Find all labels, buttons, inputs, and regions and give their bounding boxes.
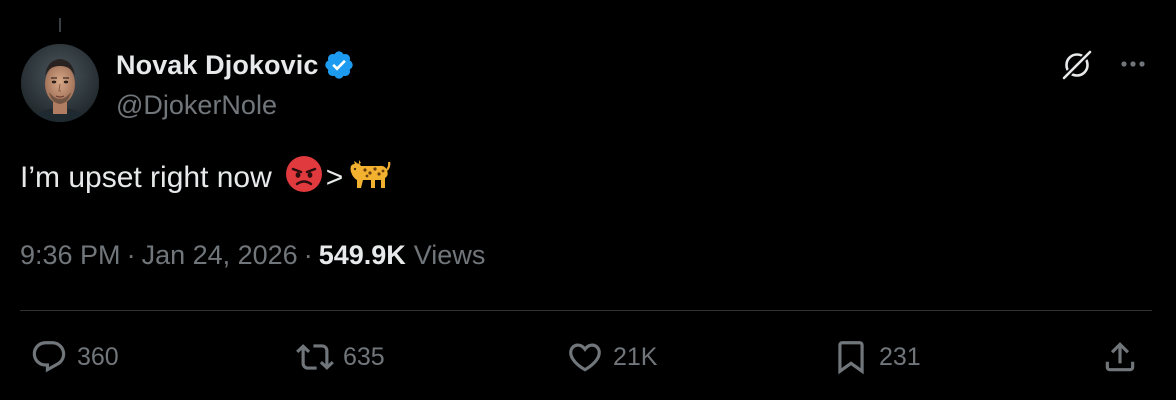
- avatar-photo: [21, 44, 99, 122]
- views-count[interactable]: 549.9K: [319, 240, 406, 271]
- angry-face-emoji-icon: [284, 154, 324, 202]
- tweet-body: I’m upset right now >: [20, 156, 391, 200]
- leopard-emoji-icon: [345, 154, 391, 202]
- author-handle[interactable]: @DjokerNole: [116, 90, 277, 121]
- avatar[interactable]: [21, 44, 99, 122]
- views-label[interactable]: Views: [414, 240, 486, 271]
- bookmark-icon: [838, 341, 864, 375]
- author-display-name[interactable]: Novak Djokovic: [116, 50, 318, 81]
- bookmark-button[interactable]: 231: [832, 337, 921, 377]
- grok-icon[interactable]: [1058, 45, 1096, 83]
- like-count: 21K: [613, 342, 658, 371]
- tweet-time[interactable]: 9:36 PM: [20, 240, 121, 271]
- more-options-icon[interactable]: [1116, 47, 1150, 81]
- repost-button[interactable]: 635: [296, 337, 385, 377]
- like-button[interactable]: 21K: [566, 337, 657, 377]
- tweet-top-actions: [1058, 45, 1150, 83]
- meta-separator: ·: [126, 239, 136, 270]
- verified-badge-icon[interactable]: [323, 49, 355, 81]
- bookmark-count: 231: [879, 342, 921, 371]
- share-icon: [1105, 342, 1135, 372]
- reply-count: 360: [77, 342, 119, 371]
- tweet-meta: 9:36 PM · Jan 24, 2026 · 549.9K Views: [20, 236, 485, 274]
- tweet-text: I’m upset right now: [20, 161, 272, 194]
- divider: [20, 310, 1152, 311]
- reply-button[interactable]: 360: [30, 337, 119, 377]
- repost-count: 635: [343, 342, 385, 371]
- repost-icon: [296, 344, 334, 370]
- reply-icon: [32, 341, 66, 373]
- thread-connector-line: [59, 18, 61, 32]
- heart-icon: [569, 343, 601, 372]
- share-button[interactable]: [1101, 337, 1139, 377]
- tweet-date[interactable]: Jan 24, 2026: [142, 240, 298, 271]
- meta-separator: ·: [303, 239, 313, 270]
- greater-than-symbol: >: [325, 161, 344, 194]
- author-name-row: Novak Djokovic: [116, 48, 355, 82]
